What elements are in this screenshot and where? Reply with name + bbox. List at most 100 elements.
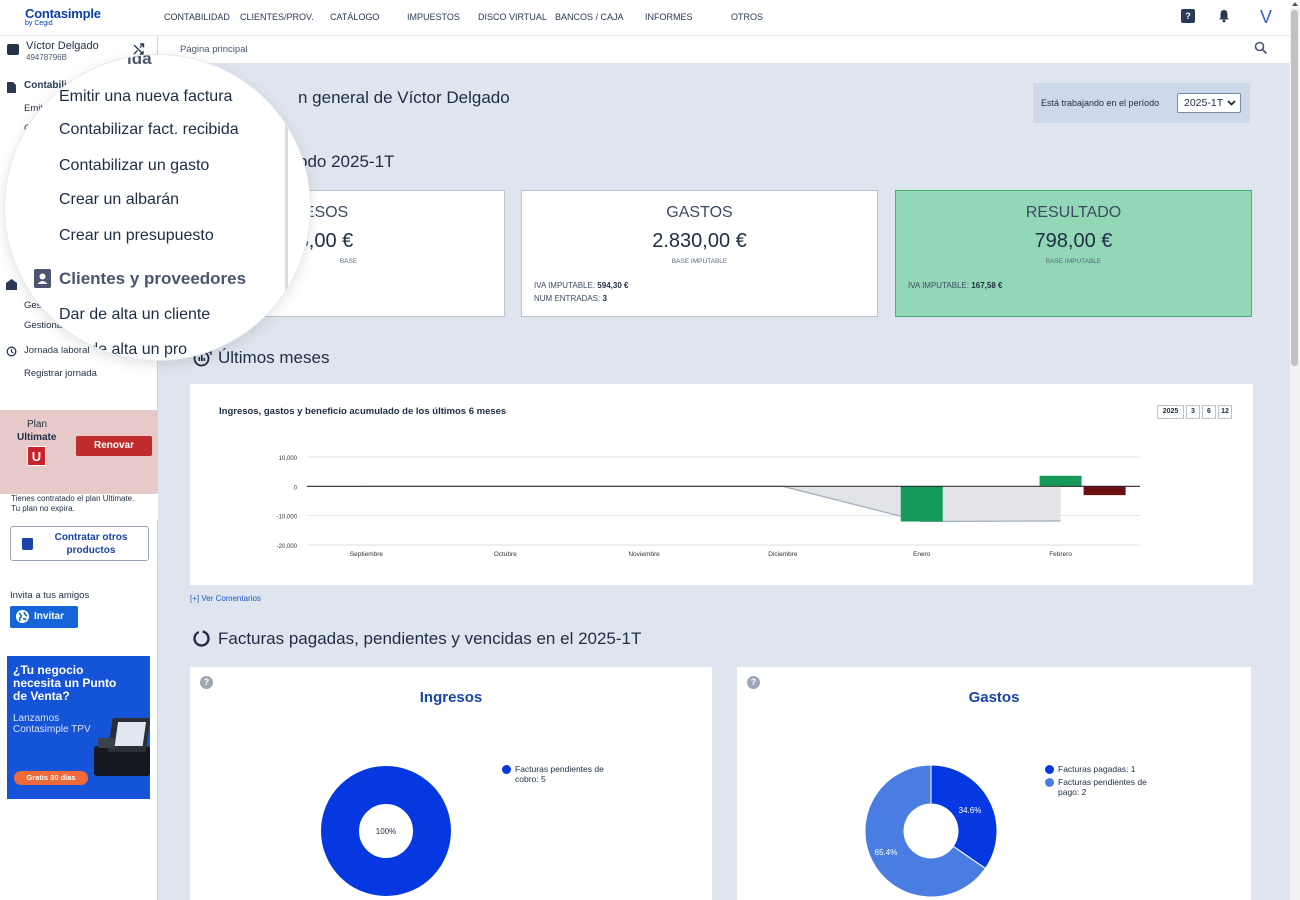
- y-tick-label: 0: [294, 485, 298, 491]
- pie-data-label: 34.6%: [959, 806, 982, 815]
- user-nif: 49478796B: [26, 53, 67, 62]
- kpi-gastos-iva: IVA IMPUTABLE: 594,30 €: [534, 281, 628, 290]
- kpi-resultado-iva-value: 167,58 €: [971, 281, 1003, 290]
- plan-note: Tienes contratado el plan Ultimate. Tu p…: [0, 494, 158, 520]
- renew-button[interactable]: Renovar: [76, 436, 152, 456]
- kpi-resultado-title: RESULTADO: [1025, 204, 1122, 221]
- kpi-gastos-entries-label: NUM ENTRADAS:: [534, 294, 601, 303]
- plan-badge: U: [27, 446, 46, 466]
- legend-item-pendientes-pago[interactable]: Facturas pendientes de pago: 2: [1045, 777, 1168, 797]
- nav-disco-virtual[interactable]: DISCO VIRTUAL: [478, 12, 547, 22]
- magnified-section-clientes[interactable]: Clientes y proveedores: [59, 269, 246, 289]
- magnified-menu-contabilizar-factura[interactable]: Contabilizar fact. recibida: [59, 121, 239, 139]
- legend-dot: [502, 765, 511, 774]
- kpi-resultado: RESULTADO 798,00 € BASE IMPUTABLE IVA IM…: [895, 190, 1252, 317]
- kpi-resultado-base: BASE IMPUTABLE: [1045, 258, 1102, 265]
- magnified-menu-contabilizar-gasto[interactable]: Contabilizar un gasto: [59, 157, 209, 175]
- bar-income[interactable]: [1039, 475, 1082, 487]
- plan-name: Ultimate: [17, 432, 57, 443]
- plan-note-line2: Tu plan no expira.: [11, 504, 75, 513]
- contract-products-button[interactable]: Contratar otros productos: [10, 526, 149, 561]
- globe-icon: [16, 610, 29, 623]
- promo-cta[interactable]: Gratis 30 días: [14, 771, 88, 785]
- legend-dot: [1045, 765, 1054, 774]
- legend-label: Facturas pendientes de cobro: 5: [515, 764, 604, 784]
- nav-otros[interactable]: OTROS: [731, 12, 763, 22]
- logo[interactable]: Contasimple by Cegid: [25, 6, 101, 27]
- plan-panel: Plan Ultimate U Renovar Tienes contratad…: [0, 410, 158, 520]
- period-select[interactable]: 2025-1T: [1177, 93, 1241, 113]
- nav-contabilidad[interactable]: CONTABILIDAD: [164, 12, 230, 22]
- bar-expense[interactable]: [1083, 486, 1126, 496]
- scroll-up-arrow-icon[interactable]: [1290, 0, 1300, 8]
- y-tick-label: 10,000: [279, 456, 298, 462]
- page-title: n general de Víctor Delgado: [298, 88, 510, 107]
- y-tick-label: -10,000: [277, 515, 298, 521]
- search-icon[interactable]: [1254, 41, 1268, 55]
- nav-informes[interactable]: INFORMES: [645, 12, 693, 22]
- view-comments-link[interactable]: [+] Ver Comentarios: [190, 594, 261, 603]
- magnified-peek-text: ida: [127, 55, 152, 68]
- kpi-resultado-iva-label: IVA IMPUTABLE:: [908, 281, 970, 290]
- pie-chart-gastos: 34.6% 65.4%: [864, 764, 998, 898]
- x-tick-label: Febrero: [1049, 551, 1072, 558]
- nav-impuestos[interactable]: IMPUESTOS: [407, 12, 460, 22]
- document-icon: [7, 82, 16, 93]
- contacts-icon: [34, 269, 51, 288]
- pie-card-ingresos: ? Ingresos 100% Facturas pendientes de c…: [190, 667, 712, 900]
- kpi-gastos: GASTOS 2.830,00 € BASE IMPUTABLE IVA IMP…: [521, 190, 878, 317]
- kpi-gastos-iva-value: 594,30 €: [597, 281, 629, 290]
- invite-button[interactable]: Invitar: [10, 606, 78, 628]
- plan-label: Plan: [27, 419, 48, 430]
- magnifier-overlay: ida Emitir una nueva factura Contabiliza…: [5, 55, 310, 360]
- chevron-down-icon: [1227, 100, 1236, 106]
- nav-bancos-caja[interactable]: BANCOS / CAJA: [555, 12, 624, 22]
- magnified-menu-alta-cliente[interactable]: Dar de alta un cliente: [59, 306, 210, 324]
- nav-catalogo[interactable]: CATÁLOGO: [330, 12, 379, 22]
- scrollbar-thumb[interactable]: [1291, 10, 1298, 366]
- shopping-bag-icon: [22, 538, 33, 550]
- user-card-icon: [7, 44, 19, 55]
- history-icon: [6, 346, 17, 357]
- pie-data-label: 100%: [376, 827, 396, 836]
- magnified-menu-crear-presupuesto[interactable]: Crear un presupuesto: [59, 227, 214, 245]
- magnified-menu-emitir-factura[interactable]: Emitir una nueva factura: [59, 88, 232, 106]
- pie-chart-ingresos: 100%: [321, 766, 451, 896]
- kpi-resultado-value: 798,00 €: [1034, 230, 1113, 252]
- legend-item-pagadas[interactable]: Facturas pagadas: 1: [1045, 764, 1168, 774]
- promo-headline: ¿Tu negocio necesita un Punto de Venta?: [13, 663, 117, 703]
- period-selector-box: Está trabajando en el período 2025-1T: [1033, 83, 1250, 123]
- switch-company-icon[interactable]: [132, 42, 146, 56]
- legend-dot: [1045, 778, 1054, 787]
- summary-section-title: odo 2025-1T: [298, 152, 395, 171]
- help-icon[interactable]: ?: [1181, 9, 1195, 23]
- kpi-resultado-iva: IVA IMPUTABLE: 167,58 €: [908, 281, 1002, 290]
- y-tick-label: -20,000: [277, 544, 298, 550]
- user-avatar[interactable]: V: [1260, 7, 1272, 28]
- period-label: Está trabajando en el período: [1041, 98, 1160, 108]
- magnifier-divider: [285, 55, 288, 290]
- legend-item-pendientes-cobro[interactable]: Facturas pendientes de cobro: 5: [502, 764, 625, 784]
- kpi-gastos-entries-value: 3: [602, 294, 607, 303]
- magnified-menu-alta-proveedor[interactable]: Dar de alta un pro: [59, 341, 187, 359]
- breadcrumb-bar: Página principal: [158, 36, 1290, 64]
- x-tick-label: Diciembre: [768, 551, 798, 558]
- magnified-menu-crear-albaran[interactable]: Crear un albarán: [59, 191, 179, 209]
- pos-terminal-icon: [94, 718, 150, 776]
- invite-label: Invita a tus amigos: [10, 590, 90, 601]
- bell-icon[interactable]: [1217, 9, 1231, 23]
- kpi-gastos-value: 2.830,00 €: [652, 230, 747, 252]
- x-tick-label: Enero: [913, 551, 931, 558]
- breadcrumb[interactable]: Página principal: [180, 44, 248, 55]
- company-icon: [6, 279, 17, 290]
- kpi-gastos-iva-label: IVA IMPUTABLE:: [534, 281, 596, 290]
- x-tick-label: Septiembre: [350, 551, 384, 558]
- pie-slice[interactable]: [930, 764, 998, 870]
- legend-label: Facturas pagadas: 1: [1058, 764, 1136, 774]
- nav-clientes-prov[interactable]: CLIENTES/PROV.: [240, 12, 314, 22]
- last-months-title: Últimos meses: [218, 348, 330, 367]
- tpv-promo-banner[interactable]: ¿Tu negocio necesita un Punto de Venta? …: [7, 656, 150, 799]
- bar-income[interactable]: [900, 486, 943, 522]
- invoices-section-title: Facturas pagadas, pendientes y vencidas …: [218, 629, 642, 648]
- sidebar-item-registrar-jornada[interactable]: Registrar jornada: [24, 368, 97, 379]
